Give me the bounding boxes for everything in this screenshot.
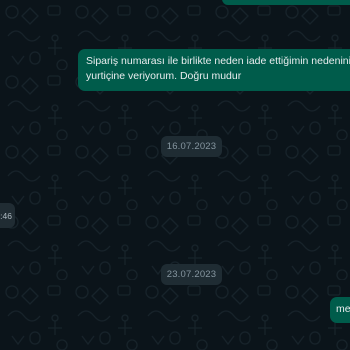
outgoing-message-bubble[interactable]: Sipariş numarası ile birlikte neden iade… <box>78 49 350 91</box>
message-timestamp: :46 <box>0 211 12 221</box>
chat-area: Sipariş numarası ile birlikte neden iade… <box>0 0 350 350</box>
date-separator: 16.07.2023 <box>161 136 222 157</box>
outgoing-message-bubble[interactable] <box>222 0 350 5</box>
message-text: me <box>336 303 350 315</box>
outgoing-message-bubble[interactable]: me <box>330 297 350 323</box>
message-text-line: Sipariş numarası ile birlikte neden iade… <box>86 55 350 67</box>
message-text-line: yurtiçine veriyorum. Doğru mudur <box>86 70 242 82</box>
incoming-message-bubble[interactable]: :46 <box>0 203 15 228</box>
date-separator: 23.07.2023 <box>161 264 222 285</box>
